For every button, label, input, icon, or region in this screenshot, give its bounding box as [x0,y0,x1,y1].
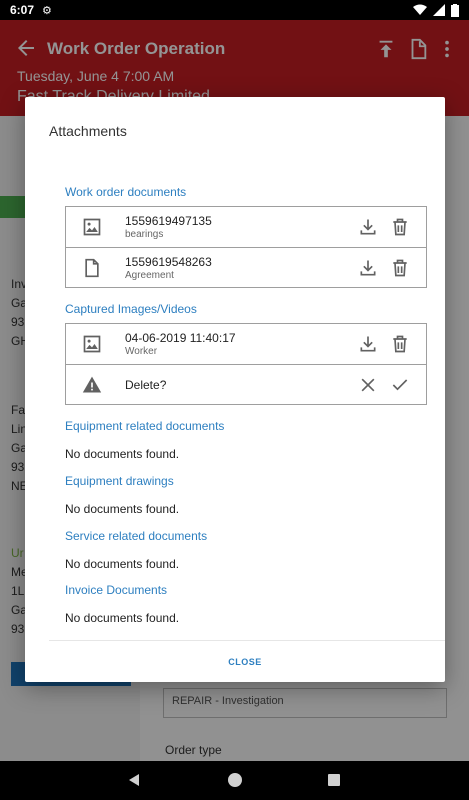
download-icon[interactable] [358,334,378,354]
list-item[interactable]: 1559619497135 bearings [66,207,426,247]
system-nav-bar [0,761,469,800]
section-work-order-documents: Work order documents [65,185,187,199]
cancel-icon[interactable] [358,375,378,395]
attachments-dialog: Attachments Work order documents 1559619… [25,97,445,682]
delete-prompt: Delete? [125,378,167,392]
nav-recents-icon[interactable] [328,774,340,786]
attachment-description: Worker [125,346,158,357]
list-item[interactable]: 1559619548263 Agreement [66,247,426,287]
status-time: 6:07 [10,3,35,17]
work-order-documents-list: 1559619497135 bearings 1559619548263 Agr… [65,206,427,288]
document-icon [85,258,99,278]
section-invoice-documents: Invoice Documents [65,583,168,597]
empty-message: No documents found. [65,447,180,461]
attachment-description: Agreement [125,270,174,281]
empty-message: No documents found. [65,611,180,625]
list-item[interactable]: 04-06-2019 11:40:17 Worker [66,324,426,364]
wifi-icon [413,4,427,15]
settings-icon: ⚙ [42,4,52,17]
download-icon[interactable] [358,258,378,278]
empty-message: No documents found. [65,502,180,516]
download-icon[interactable] [358,217,378,237]
nav-back-icon[interactable] [127,773,141,787]
attachment-name: 1559619548263 [125,255,212,269]
status-bar: 6:07 ⚙ [0,0,469,20]
signal-icon [433,4,445,16]
section-equipment-drawings: Equipment drawings [65,474,174,488]
section-captured-media: Captured Images/Videos [65,302,197,316]
delete-confirmation-row: Delete? [66,364,426,404]
attachment-name: 04-06-2019 11:40:17 [125,331,236,345]
battery-icon [451,3,459,17]
delete-icon[interactable] [390,258,410,278]
dialog-divider [49,640,445,641]
image-icon [83,335,101,353]
section-equipment-documents: Equipment related documents [65,419,225,433]
captured-media-list: 04-06-2019 11:40:17 Worker Delete? [65,323,427,405]
delete-icon[interactable] [390,334,410,354]
confirm-check-icon[interactable] [390,375,410,395]
image-icon [83,218,101,236]
delete-icon[interactable] [390,217,410,237]
attachment-name: 1559619497135 [125,214,212,228]
close-button[interactable]: CLOSE [200,649,290,675]
empty-message: No documents found. [65,557,180,571]
nav-home-icon[interactable] [228,773,242,787]
attachment-description: bearings [125,229,164,240]
section-service-documents: Service related documents [65,529,208,543]
warning-icon [82,376,102,393]
dialog-title: Attachments [49,123,127,139]
